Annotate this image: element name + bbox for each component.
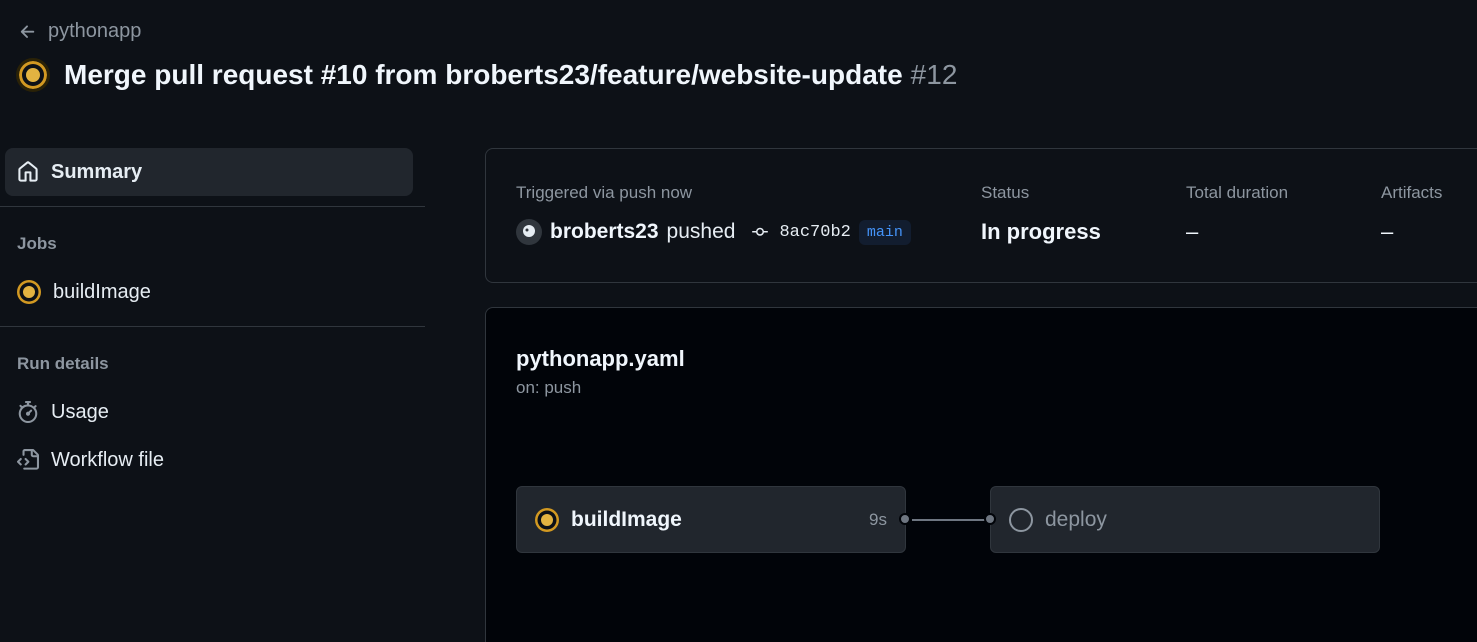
workflow-graph-card: pythonapp.yaml on: push buildImage 9s de…: [485, 307, 1477, 642]
sidebar-item-usage[interactable]: Usage: [0, 388, 425, 436]
git-commit-icon: [752, 227, 769, 236]
sidebar-item-workflow-file[interactable]: Workflow file: [0, 436, 425, 484]
divider: [0, 206, 425, 207]
pending-status-icon: [1009, 507, 1033, 532]
in-progress-status-icon: [17, 280, 41, 304]
trigger-details: broberts23 pushed 8ac70b2 main: [516, 219, 911, 245]
back-link-label: pythonapp: [48, 20, 142, 42]
actor-link[interactable]: broberts23: [550, 220, 659, 244]
job-name: deploy: [1045, 507, 1107, 531]
commit-sha-link[interactable]: 8ac70b2: [779, 223, 850, 242]
status-label: Status: [981, 183, 1030, 202]
avatar[interactable]: [516, 219, 542, 245]
sidebar-item-label: Usage: [51, 400, 109, 423]
trigger-label: Triggered via push now: [516, 183, 693, 202]
in-progress-status-icon: [535, 507, 559, 532]
total-duration-label: Total duration: [1186, 183, 1289, 202]
job-dependency-edge: [912, 519, 990, 521]
arrow-left-icon: [20, 24, 35, 38]
jobs-heading: Jobs: [17, 234, 57, 253]
run-details-heading: Run details: [17, 354, 109, 373]
stopwatch-icon: [18, 401, 38, 423]
file-code-icon: [17, 449, 39, 470]
job-name: buildImage: [571, 507, 682, 531]
job-node-buildimage[interactable]: buildImage 9s: [516, 486, 906, 553]
avatar-image-icon: [523, 225, 535, 237]
artifacts-value: –: [1381, 219, 1394, 244]
sidebar-item-label: buildImage: [53, 280, 151, 303]
workflow-file-name: pythonapp.yaml: [516, 346, 685, 371]
action-text: pushed: [666, 220, 736, 243]
run-number: #12: [910, 59, 958, 90]
run-summary-card: Triggered via push now broberts23 pushed…: [485, 148, 1477, 283]
job-node-deploy[interactable]: deploy: [990, 486, 1380, 553]
home-icon: [18, 161, 38, 182]
in-progress-status-icon: [16, 58, 50, 92]
artifacts-label: Artifacts: [1381, 183, 1443, 202]
page-title-row: Merge pull request #10 from broberts23/f…: [16, 58, 957, 92]
status-value: In progress: [981, 219, 1101, 244]
branch-badge[interactable]: main: [858, 219, 911, 245]
back-link[interactable]: pythonapp: [18, 20, 141, 43]
divider: [0, 326, 425, 327]
job-duration: 9s: [869, 509, 887, 529]
sidebar-item-summary[interactable]: Summary: [5, 148, 413, 196]
job-output-port: [899, 513, 911, 525]
workflow-trigger: on: push: [516, 378, 582, 397]
sidebar-item-label: Workflow file: [51, 448, 164, 471]
sidebar: Summary Jobs buildImage Run details Usag…: [0, 140, 425, 640]
job-input-port: [984, 513, 996, 525]
run-title: Merge pull request #10 from broberts23/f…: [64, 59, 903, 90]
sidebar-item-label: Summary: [51, 160, 143, 183]
sidebar-item-job-buildimage[interactable]: buildImage: [0, 268, 425, 316]
total-duration-value: –: [1186, 219, 1199, 244]
page-title: Merge pull request #10 from broberts23/f…: [64, 59, 957, 91]
